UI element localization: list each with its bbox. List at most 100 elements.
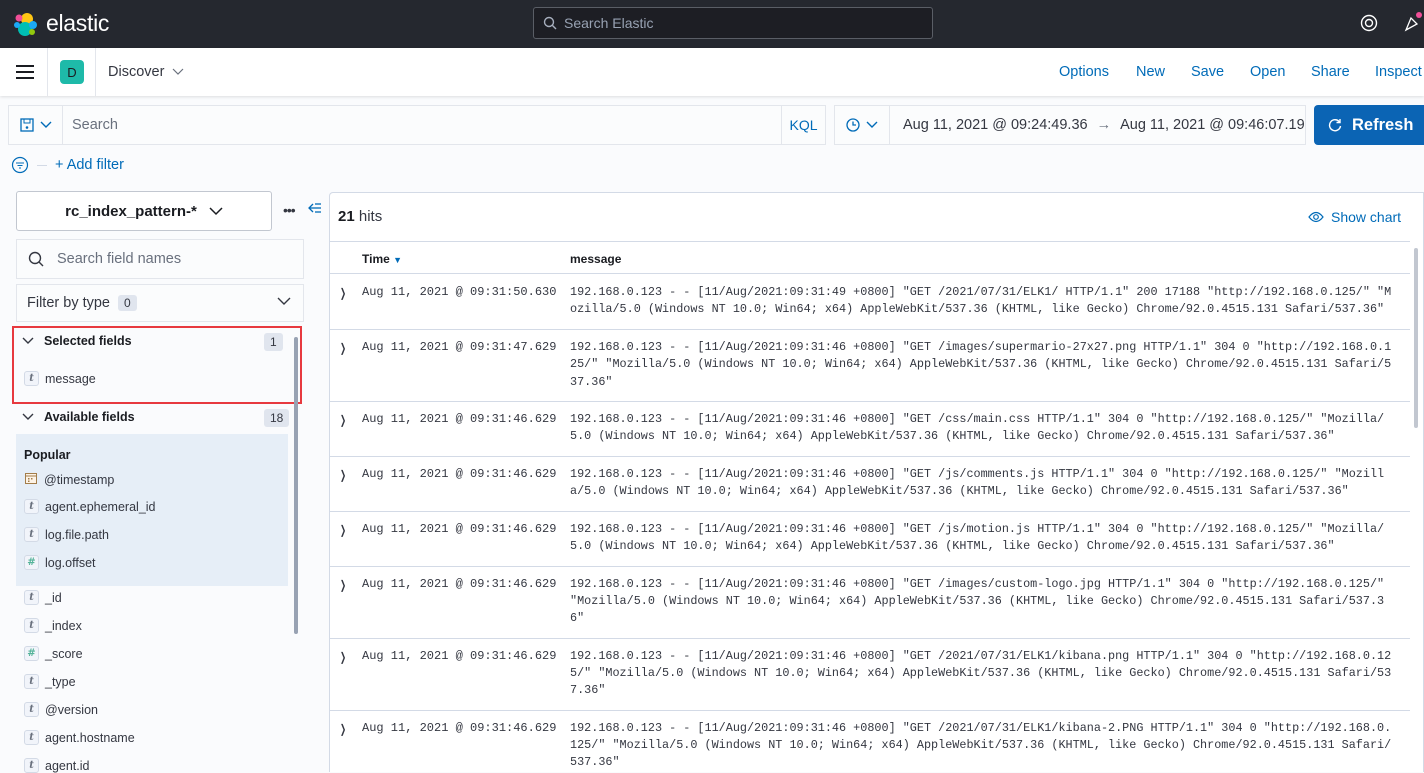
string-type-icon: t [24, 371, 39, 386]
more-options-icon[interactable]: ••• [283, 202, 296, 218]
field-name: log.offset [45, 555, 96, 570]
field-item[interactable]: t agent.hostname [24, 730, 135, 745]
kql-button[interactable]: KQL [781, 106, 825, 144]
chevron-down-icon [866, 121, 878, 128]
inspect-link[interactable]: Inspect [1375, 64, 1422, 80]
column-message[interactable]: message [570, 252, 621, 266]
field-item[interactable]: t _type [24, 674, 76, 689]
column-time-label: Time [362, 252, 390, 266]
field-item[interactable]: t _id [24, 590, 62, 605]
sidebar-scrollbar[interactable] [294, 337, 298, 634]
filter-by-type-label: Filter by type [27, 295, 110, 311]
expand-row-icon[interactable]: ❯ [340, 341, 346, 355]
string-type-icon: t [24, 674, 39, 689]
divider [95, 48, 96, 96]
field-item[interactable]: t agent.ephemeral_id [24, 499, 156, 514]
sort-desc-icon[interactable]: ▼ [393, 255, 402, 265]
space-avatar[interactable]: D [60, 60, 84, 84]
elastic-logo[interactable]: elastic [12, 10, 109, 37]
table-row: ❯ Aug 11, 2021 @ 09:31:46.629 192.168.0.12… [330, 402, 1410, 457]
field-name: agent.hostname [45, 730, 135, 745]
number-type-icon: # [24, 555, 39, 570]
filter-by-type-button[interactable]: Filter by type 0 [16, 284, 304, 322]
global-header: elastic Search Elastic [0, 0, 1424, 48]
global-search-input[interactable]: Search Elastic [533, 7, 933, 39]
expand-row-icon[interactable]: ❯ [340, 722, 346, 736]
filter-menu-icon[interactable] [11, 156, 29, 174]
menu-icon[interactable] [16, 65, 34, 79]
table-header: Time ▼ message [330, 241, 1410, 274]
end-date[interactable]: Aug 11, 2021 @ 09:46:07.19 [1120, 117, 1305, 133]
row-time: Aug 11, 2021 @ 09:31:46.629 [362, 648, 557, 663]
field-name: @version [45, 702, 98, 717]
string-type-icon: t [24, 527, 39, 542]
string-type-icon: t [24, 499, 39, 514]
save-link[interactable]: Save [1191, 64, 1224, 80]
expand-row-icon[interactable]: ❯ [340, 468, 346, 482]
show-chart-label: Show chart [1331, 209, 1402, 225]
row-time: Aug 11, 2021 @ 09:31:47.629 [362, 340, 557, 354]
expand-row-icon[interactable]: ❯ [340, 523, 346, 537]
string-type-icon: t [24, 618, 39, 633]
start-date[interactable]: Aug 11, 2021 @ 09:24:49.36 [903, 117, 1088, 133]
breadcrumb-label: Discover [108, 64, 165, 80]
app-nav-bar: D Discover Options New Save Open Share I… [0, 48, 1424, 96]
refresh-button[interactable]: Refresh [1314, 105, 1424, 145]
chevron-down-icon [172, 68, 184, 75]
table-row: ❯ Aug 11, 2021 @ 09:31:46.629 192.168.0.12… [330, 512, 1410, 567]
date-type-icon [24, 471, 38, 488]
available-fields-toggle[interactable]: Available fields [22, 410, 135, 424]
field-name: _type [45, 674, 76, 689]
divider [37, 164, 47, 166]
newsfeed-icon[interactable] [1404, 12, 1422, 32]
available-count-badge: 18 [264, 409, 290, 427]
table-row: ❯ Aug 11, 2021 @ 09:31:47.629 192.168.0.12… [330, 330, 1410, 402]
calendar-clock-icon [846, 118, 860, 132]
expand-row-icon[interactable]: ❯ [340, 413, 346, 427]
filter-count-badge: 0 [118, 295, 137, 311]
show-chart-button[interactable]: Show chart [1308, 209, 1401, 225]
index-pattern-selector[interactable]: rc_index_pattern-* [16, 191, 272, 231]
field-search-input[interactable]: Search field names [16, 239, 304, 279]
field-name: message [45, 371, 96, 386]
expand-row-icon[interactable]: ❯ [340, 650, 346, 664]
eye-icon [1308, 211, 1324, 223]
query-input[interactable]: Search [63, 117, 781, 133]
chevron-down-icon [22, 413, 34, 420]
field-item[interactable]: t _index [24, 618, 82, 633]
field-item[interactable]: t @version [24, 702, 98, 717]
expand-row-icon[interactable]: ❯ [340, 286, 346, 300]
field-item[interactable]: t agent.id [24, 758, 89, 773]
results-scrollbar[interactable] [1414, 248, 1418, 428]
available-fields-title: Available fields [44, 410, 135, 424]
row-message: 192.168.0.123 - - [11/Aug/2021:09:31:46 … [570, 466, 1385, 499]
selected-count-badge: 1 [264, 333, 283, 351]
selected-fields-toggle[interactable]: Selected fields [22, 334, 132, 348]
expand-row-icon[interactable]: ❯ [340, 578, 346, 592]
field-item[interactable]: t log.file.path [24, 527, 109, 542]
chevron-down-icon [277, 297, 291, 305]
collapse-sidebar-icon[interactable] [308, 202, 322, 214]
row-message: 192.168.0.123 - - [11/Aug/2021:09:31:49 … [570, 285, 1392, 317]
results-panel: 21 hits Show chart Time ▼ message ❯ Aug 1… [329, 192, 1424, 772]
row-time: Aug 11, 2021 @ 09:31:46.629 [362, 720, 557, 735]
row-time: Aug 11, 2021 @ 09:31:46.629 [362, 521, 557, 536]
share-link[interactable]: Share [1311, 64, 1350, 80]
field-item[interactable]: # log.offset [24, 555, 96, 570]
refresh-label: Refresh [1352, 115, 1414, 134]
field-name: _index [45, 618, 82, 633]
options-link[interactable]: Options [1059, 64, 1109, 80]
field-item[interactable]: # _score [24, 646, 83, 661]
quick-select-button[interactable] [835, 106, 890, 144]
new-link[interactable]: New [1136, 64, 1165, 80]
breadcrumb-discover[interactable]: Discover [108, 64, 184, 80]
open-link[interactable]: Open [1250, 64, 1285, 80]
saved-query-button[interactable] [9, 106, 63, 144]
string-type-icon: t [24, 730, 39, 745]
string-type-icon: t [24, 758, 39, 773]
field-item[interactable]: t message [24, 371, 96, 386]
column-time[interactable]: Time ▼ [362, 252, 402, 266]
field-item[interactable]: @timestamp [24, 471, 114, 488]
help-icon[interactable] [1360, 14, 1378, 32]
add-filter-button[interactable]: + Add filter [55, 157, 124, 173]
